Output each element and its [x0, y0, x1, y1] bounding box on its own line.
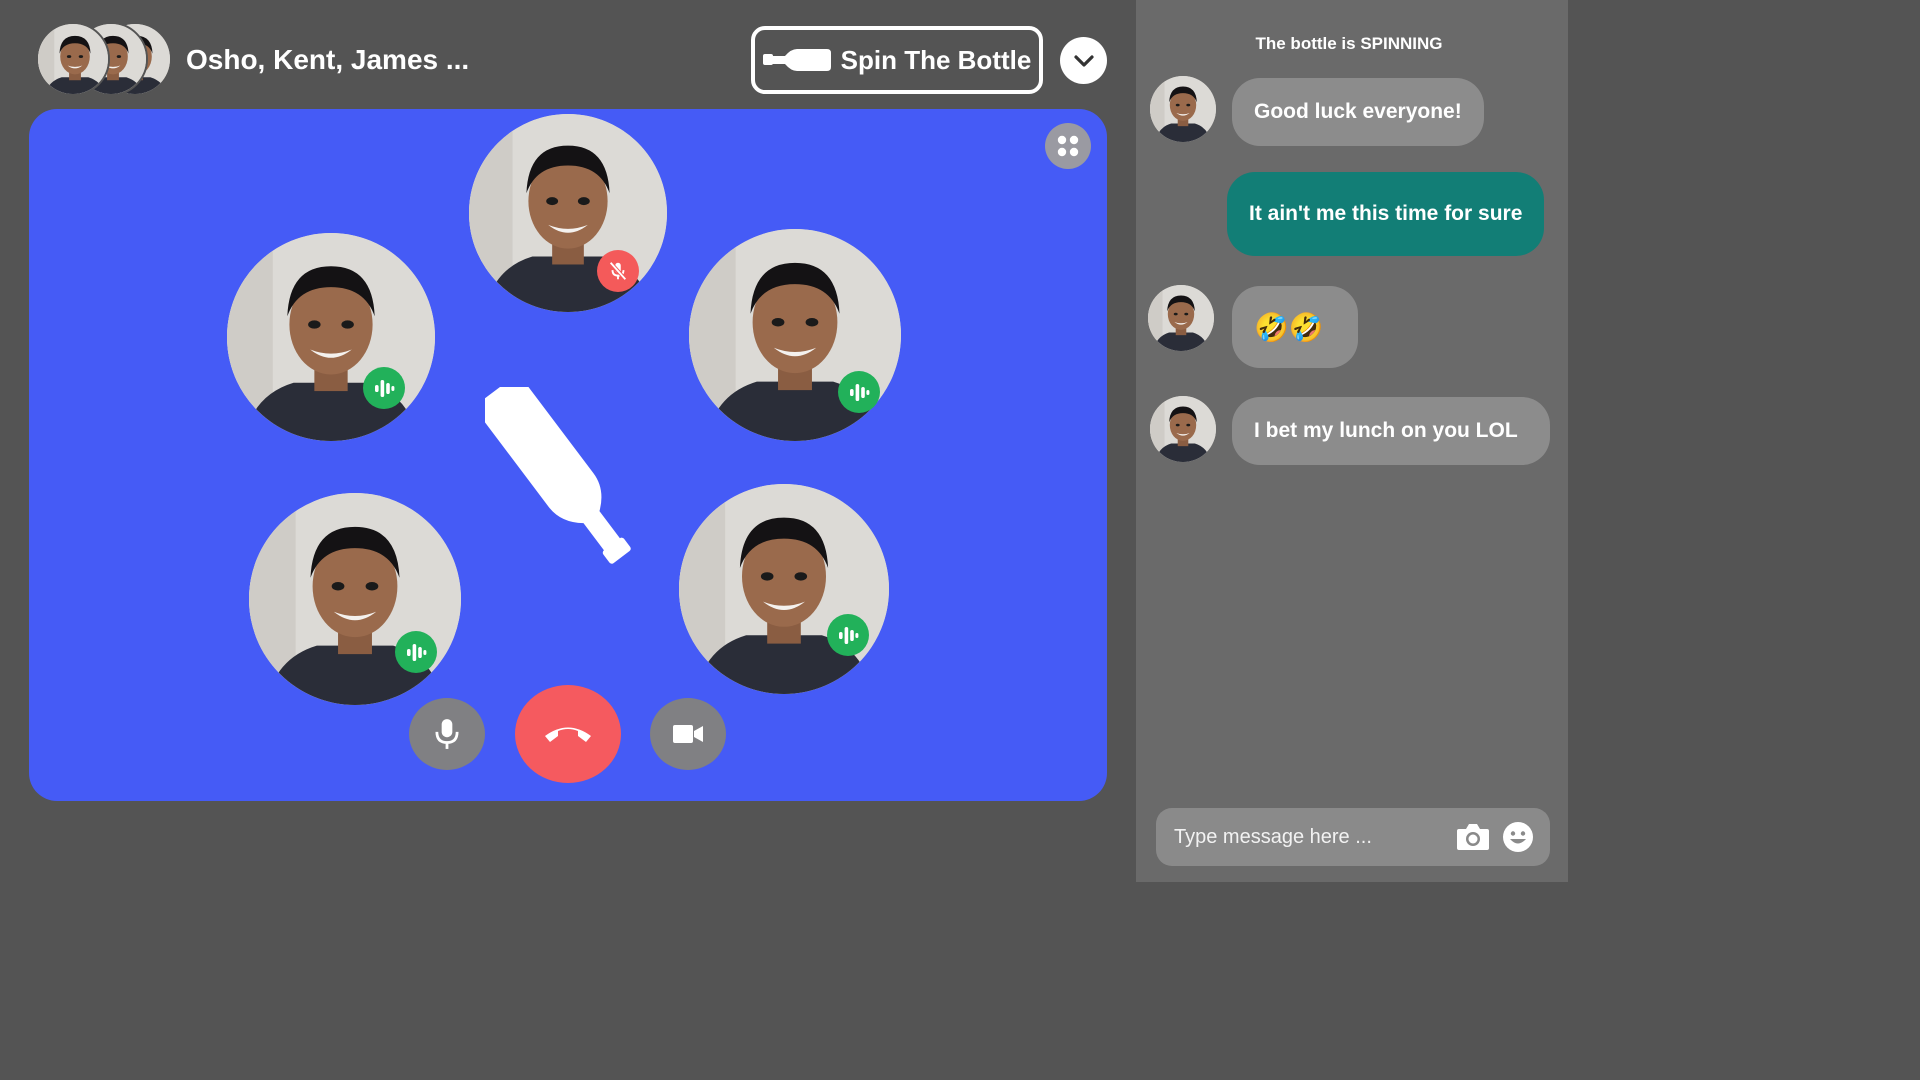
participant-face	[249, 493, 461, 705]
spin-button-label: Spin The Bottle	[840, 44, 1032, 75]
participant-face	[679, 484, 889, 694]
message-input[interactable]	[1156, 808, 1446, 866]
talking-badge	[838, 371, 880, 413]
bottle-icon	[762, 49, 831, 71]
app-root: Osho, Kent, James ... Spin The Bottle Th…	[0, 0, 1568, 882]
video-call-stage	[29, 109, 1107, 801]
camera-icon[interactable]	[1456, 822, 1490, 852]
avatar	[1150, 396, 1216, 462]
audio-wave-icon	[836, 623, 860, 647]
participant-video[interactable]	[679, 484, 889, 694]
group-title: Osho, Kent, James ...	[186, 44, 470, 75]
muted-badge	[597, 250, 639, 292]
emoji-icon[interactable]	[1502, 821, 1534, 853]
mic-off-icon	[609, 261, 627, 281]
talking-badge	[363, 367, 405, 409]
grid-icon	[1057, 135, 1079, 157]
audio-wave-icon	[847, 380, 871, 404]
video-toggle-button[interactable]	[650, 698, 726, 770]
avatar	[36, 22, 110, 96]
avatar	[1150, 76, 1216, 142]
audio-wave-icon	[404, 640, 428, 664]
participant-video[interactable]	[249, 493, 461, 705]
avatar	[1148, 285, 1214, 351]
participant-video[interactable]	[227, 233, 435, 441]
chat-panel: The bottle is SPINNING Good luck everyon…	[1136, 0, 1568, 882]
chevron-down-icon	[1073, 54, 1094, 67]
talking-badge	[395, 631, 437, 673]
chat-message: I bet my lunch on you LOL	[1232, 397, 1550, 465]
chat-message-own: It ain't me this time for sure	[1227, 172, 1545, 256]
mic-toggle-button[interactable]	[409, 698, 485, 770]
call-header: Osho, Kent, James ... Spin The Bottle	[0, 0, 1136, 110]
participant-face	[469, 114, 667, 312]
participant-video[interactable]	[469, 114, 667, 312]
talking-badge	[827, 614, 869, 656]
audio-wave-icon	[372, 376, 396, 400]
participant-video[interactable]	[689, 229, 901, 441]
video-camera-icon	[673, 725, 703, 743]
chat-message: Good luck everyone!	[1232, 78, 1484, 146]
chat-message: 🤣🤣	[1232, 286, 1358, 368]
bottle-status: The bottle is SPINNING	[1255, 34, 1443, 53]
grid-view-button[interactable]	[1045, 123, 1091, 169]
participant-avatar-stack[interactable]	[36, 22, 176, 96]
spinning-bottle-icon	[485, 387, 631, 564]
end-call-button[interactable]	[515, 685, 621, 783]
mic-icon	[435, 719, 459, 749]
end-call-icon	[545, 727, 591, 742]
collapse-button[interactable]	[1060, 37, 1107, 84]
participant-face	[227, 233, 435, 441]
spin-the-bottle-button[interactable]: Spin The Bottle	[751, 26, 1043, 94]
message-composer	[1156, 808, 1550, 866]
